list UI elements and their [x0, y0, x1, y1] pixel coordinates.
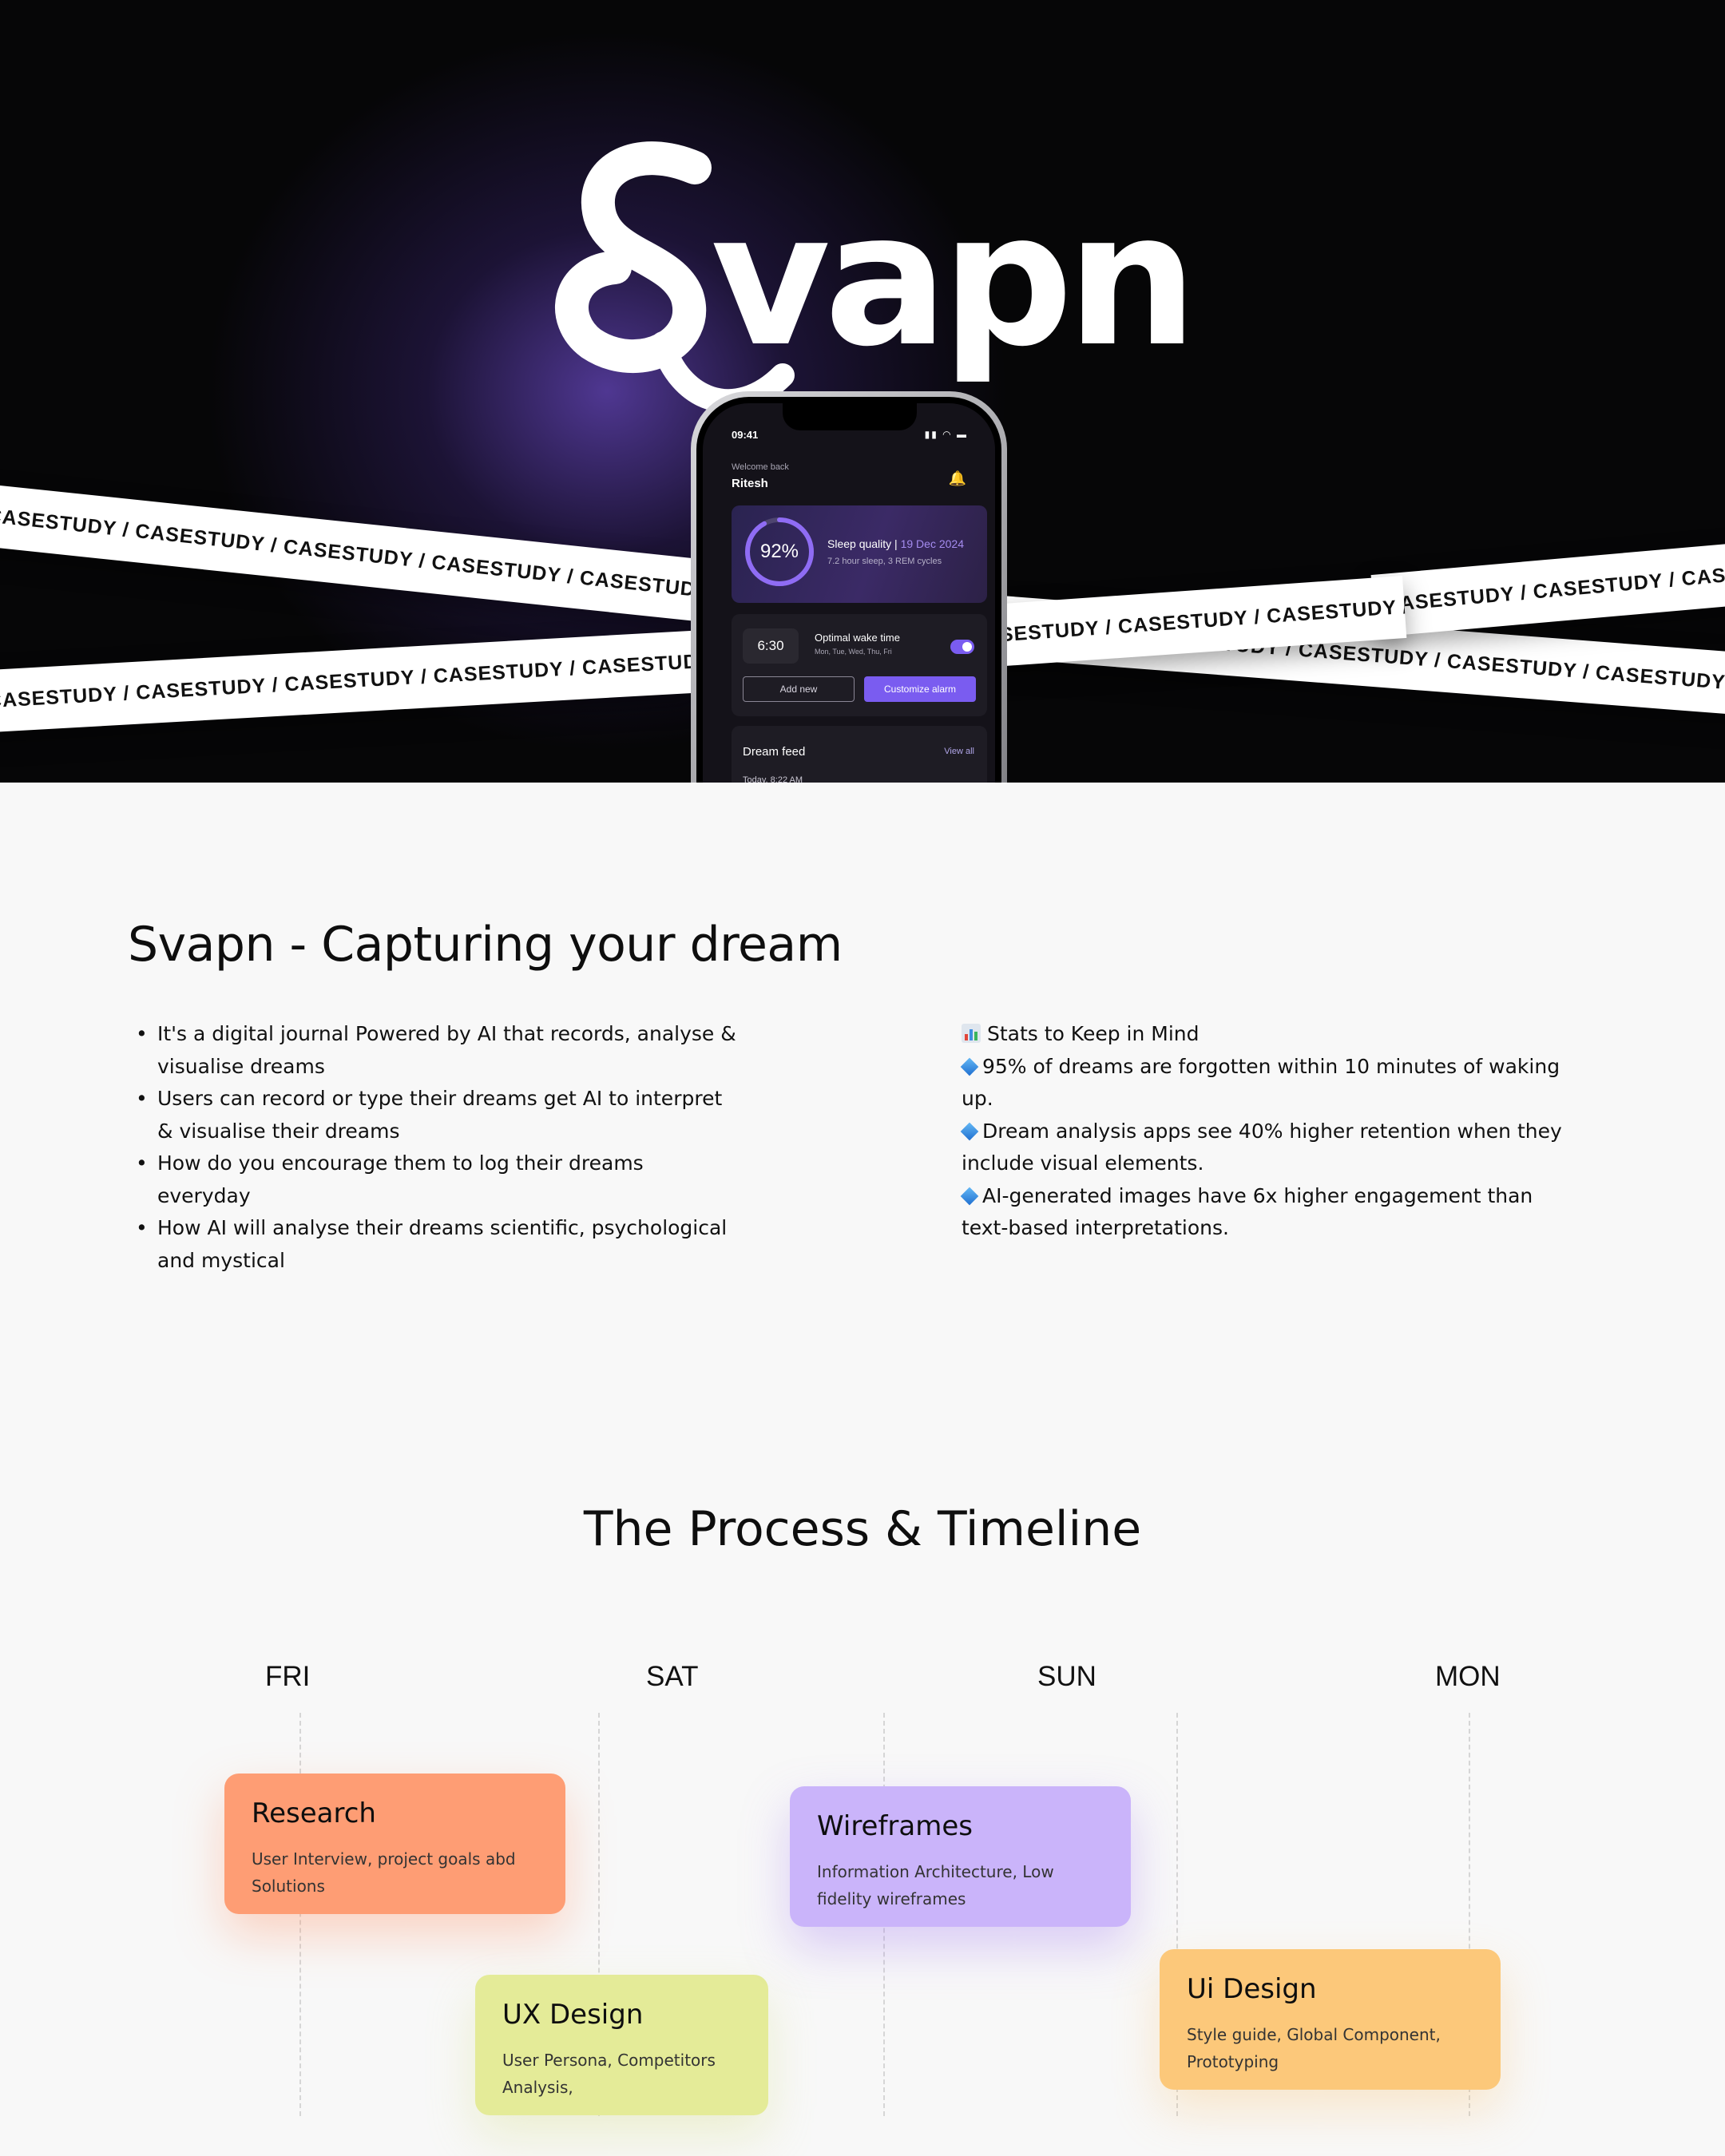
app-screen: 09:41 ▮▮ ◠ ▬ Welcome back Ritesh 🔔 92% S…	[703, 403, 995, 783]
welcome-text: Welcome back	[732, 462, 789, 472]
process-title: The Process & Timeline	[583, 1501, 1142, 1557]
stats-heading-line: Stats to Keep in Mind	[962, 1018, 1576, 1051]
battery-icon: ▬	[957, 429, 968, 440]
alarm-title: Optimal wake time	[815, 632, 900, 644]
sleep-quality-label: Sleep quality |	[827, 537, 901, 550]
casestudy-ribbon: CASESTUDY / CASESTUDY / CASESTUDY / CASE…	[1370, 538, 1725, 637]
list-item: AI-generated images have 6x higher engag…	[960, 1180, 1576, 1245]
intro-bullet-list: It's a digital journal Powered by AI tha…	[136, 1018, 743, 1277]
phone-mockup: 09:41 ▮▮ ◠ ▬ Welcome back Ritesh 🔔 92% S…	[691, 391, 1007, 783]
list-item: Users can record or type their dreams ge…	[136, 1083, 743, 1147]
sleep-quality-card[interactable]: 92% Sleep quality | 19 Dec 2024 7.2 hour…	[732, 505, 987, 603]
stats-block: Stats to Keep in Mind 95% of dreams are …	[960, 1018, 1576, 1245]
ribbon-text: CASESTUDY / CASESTUDY / CASESTUDY / CASE…	[1383, 539, 1725, 616]
card-description: User Interview, project goals abd Soluti…	[252, 1849, 516, 1896]
day-label-fri: FRI	[265, 1661, 311, 1692]
stat-text: Dream analysis apps see 40% higher reten…	[962, 1119, 1562, 1175]
wifi-icon: ◠	[942, 429, 953, 440]
list-item: Dream analysis apps see 40% higher reten…	[960, 1116, 1576, 1180]
sleep-summary: 7.2 hour sleep, 3 REM cycles	[827, 557, 942, 566]
card-title: UX Design	[502, 1999, 644, 2031]
card-description: Style guide, Global Component, Prototypi…	[1187, 2025, 1441, 2071]
hero-banner: CASESTUDY / CASESTUDY / CASESTUDY / CASE…	[0, 0, 1725, 783]
dream-feed-card: Dream feed View all Today, 8:22 AM	[732, 726, 987, 783]
add-new-button[interactable]: Add new	[743, 676, 855, 702]
alarm-card: 6:30 Optimal wake time Mon, Tue, Wed, Th…	[732, 614, 987, 716]
logo-wordmark: vapn	[711, 174, 1192, 387]
alarm-days: Mon, Tue, Wed, Thu, Fri	[815, 648, 892, 656]
ux-design-card[interactable]: UX Design User Persona, Competitors Anal…	[475, 1975, 768, 2115]
wireframes-card[interactable]: Wireframes Information Architecture, Low…	[790, 1786, 1131, 1927]
diamond-icon	[960, 1187, 979, 1205]
alarm-time[interactable]: 6:30	[743, 628, 799, 664]
day-label-sun: SUN	[1037, 1661, 1096, 1692]
bell-icon[interactable]: 🔔	[949, 470, 966, 487]
sleep-percent: 92%	[759, 541, 799, 562]
stat-text: 95% of dreams are forgotten within 10 mi…	[962, 1054, 1560, 1111]
card-description: User Persona, Competitors Analysis,	[502, 2051, 716, 2097]
sleep-quality-title: Sleep quality | 19 Dec 2024	[827, 537, 964, 550]
signal-icon: ▮▮	[924, 429, 938, 440]
ribbon-text: CASESTUDY / CASESTUDY / CASESTUDY / CASE…	[968, 576, 1407, 648]
card-title: Research	[252, 1797, 376, 1829]
card-description: Information Architecture, Low fidelity w…	[817, 1862, 1054, 1908]
sleep-date: 19 Dec 2024	[900, 537, 964, 550]
card-title: Ui Design	[1187, 1973, 1317, 2005]
day-label-mon: MON	[1435, 1661, 1501, 1692]
list-item: It's a digital journal Powered by AI tha…	[136, 1018, 743, 1083]
bar-chart-icon	[962, 1024, 981, 1043]
diamond-icon	[960, 1122, 979, 1140]
list-item: How do you encourage them to log their d…	[136, 1147, 743, 1212]
status-time: 09:41	[732, 429, 759, 441]
diamond-icon	[960, 1057, 979, 1076]
list-item: 95% of dreams are forgotten within 10 mi…	[960, 1051, 1576, 1116]
research-card[interactable]: Research User Interview, project goals a…	[224, 1774, 565, 1914]
list-item: How AI will analyse their dreams scienti…	[136, 1212, 743, 1277]
ui-design-card[interactable]: Ui Design Style guide, Global Component,…	[1160, 1949, 1501, 2090]
stats-heading: Stats to Keep in Mind	[987, 1022, 1200, 1045]
card-title: Wireframes	[817, 1810, 974, 1842]
stat-text: AI-generated images have 6x higher engag…	[962, 1183, 1533, 1240]
dream-feed-title: Dream feed	[743, 745, 806, 759]
day-label-sat: SAT	[646, 1661, 699, 1692]
view-all-link[interactable]: View all	[944, 747, 974, 756]
alarm-toggle[interactable]	[950, 640, 974, 654]
dynamic-island	[783, 403, 917, 430]
intro-title: Svapn - Capturing your dream	[128, 917, 843, 973]
customize-alarm-button[interactable]: Customize alarm	[864, 676, 976, 702]
status-icons: ▮▮ ◠ ▬	[925, 429, 968, 440]
user-name: Ritesh	[732, 477, 768, 490]
dream-feed-date: Today, 8:22 AM	[743, 775, 803, 783]
